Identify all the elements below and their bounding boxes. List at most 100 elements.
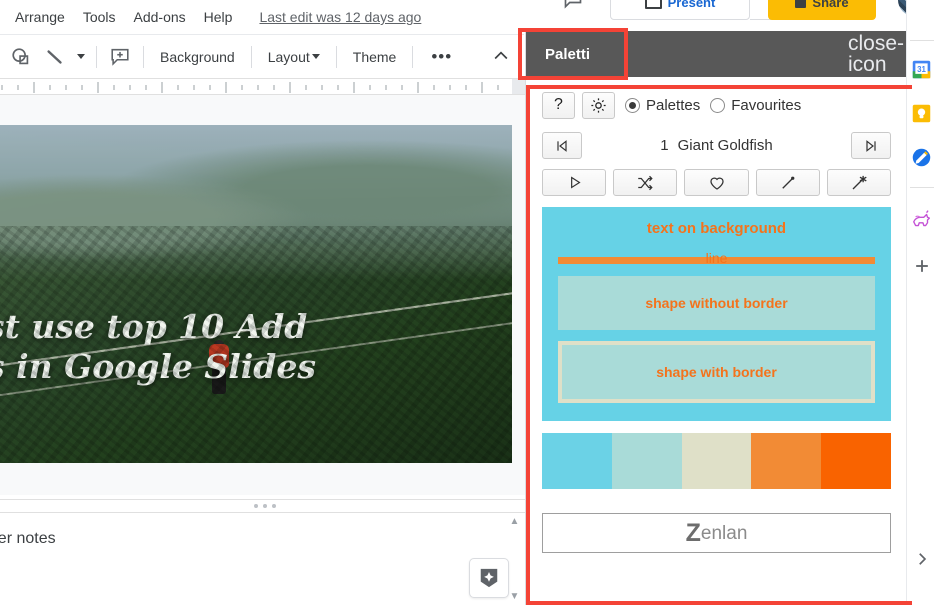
brand-rest: enlan: [700, 522, 748, 544]
calendar-icon[interactable]: 31: [910, 57, 934, 81]
magic-wand-button[interactable]: [826, 169, 892, 196]
menu-arrange[interactable]: Arrange: [6, 6, 74, 28]
shape-tool-icon[interactable]: [4, 40, 38, 74]
svg-text:31: 31: [917, 65, 926, 74]
speaker-notes-placeholder: eaker notes: [0, 530, 56, 547]
swatch-5[interactable]: [821, 433, 891, 489]
radio-favourites-label: Favourites: [731, 96, 802, 114]
rail-divider-2: [909, 187, 934, 188]
layout-label: Layout: [267, 48, 310, 65]
mode-favourites[interactable]: Favourites: [710, 97, 801, 114]
handle-dot: [262, 504, 267, 508]
tasks-icon[interactable]: [910, 145, 934, 169]
current-palette: 1 Giant Goldfish: [660, 137, 772, 154]
comment-icon[interactable]: [562, 0, 584, 10]
gear-icon[interactable]: [582, 91, 615, 119]
slide-thumbnail[interactable]: ust use top 10 Add ns in Google Slides: [0, 125, 512, 463]
unicorn-addon-icon[interactable]: [910, 208, 934, 232]
preview-shape-with-border: shape with border: [558, 341, 875, 403]
toolbar-divider-2: [143, 45, 144, 68]
brand-initial: Z: [685, 518, 701, 547]
radio-palettes[interactable]: [625, 97, 640, 113]
line-tool-icon[interactable]: [38, 40, 72, 74]
toolbar-divider-3: [250, 45, 252, 68]
collapse-toolbar-icon[interactable]: [490, 45, 512, 67]
panel-top-row: ? Palettes Favourites: [542, 91, 891, 119]
palette-preview: text on background line shape without bo…: [542, 207, 891, 421]
ruler-ticks: [1, 82, 499, 93]
swatch-4[interactable]: [751, 433, 822, 489]
menu-bar: Arrange Tools Add-ons Help Last edit was…: [0, 0, 520, 34]
palette-name: Giant Goldfish: [677, 137, 773, 154]
add-comment-icon[interactable]: [103, 40, 137, 74]
rail-divider: [909, 40, 934, 41]
notes-scrollbar[interactable]: ▲ ▼: [508, 513, 521, 605]
horizontal-ruler: [0, 78, 512, 95]
paletti-panel: Paletti close-icon ? Palettes Favourites…: [525, 31, 907, 605]
explore-icon: [480, 568, 498, 588]
slide-title-text[interactable]: ust use top 10 Add ns in Google Slides: [0, 307, 382, 388]
mode-palettes[interactable]: Palettes: [625, 97, 700, 114]
preview-line-label: line: [705, 250, 728, 266]
hiker-graphic: [207, 340, 231, 396]
preview-text-on-background: text on background: [646, 220, 787, 237]
swatch-3[interactable]: [681, 433, 752, 489]
more-options-button[interactable]: •••: [419, 48, 464, 65]
lock-icon: [795, 0, 807, 8]
panel-title: Paletti: [545, 45, 591, 63]
close-icon[interactable]: close-icon: [848, 33, 904, 75]
palette-swatches: [542, 433, 891, 489]
toolbar: Background Layout Theme •••: [0, 34, 524, 78]
line-tool-dropdown-icon[interactable]: [72, 40, 90, 74]
background-button[interactable]: Background: [150, 43, 245, 71]
help-button[interactable]: ?: [542, 91, 575, 119]
present-button[interactable]: Present: [610, 0, 750, 20]
preview-line-wrap: line: [558, 246, 875, 272]
handle-dot: [271, 504, 276, 508]
toolbar-divider-5: [412, 45, 414, 68]
radio-favourites[interactable]: [710, 97, 726, 113]
present-label: Present: [667, 0, 716, 10]
swatch-2[interactable]: [611, 433, 682, 489]
expand-chevron-icon[interactable]: [910, 547, 934, 571]
zenlan-brand[interactable]: Z enlan: [542, 513, 891, 553]
handle-dot: [253, 504, 258, 508]
explore-button[interactable]: [469, 558, 509, 598]
play-button[interactable]: [542, 169, 607, 196]
menu-tools[interactable]: Tools: [74, 6, 125, 28]
add-addon-icon[interactable]: [910, 254, 934, 278]
present-screen-icon: [644, 0, 662, 9]
swatch-1[interactable]: [542, 433, 612, 489]
first-palette-button[interactable]: [542, 132, 582, 159]
layout-button[interactable]: Layout: [258, 43, 330, 71]
last-palette-button[interactable]: [850, 132, 891, 159]
google-slides-window: Present Share Arrange Tools Add-ons Help…: [0, 0, 936, 605]
notes-resize-handle[interactable]: [0, 499, 529, 513]
apply-wand-button[interactable]: [755, 169, 820, 196]
favourite-button[interactable]: [684, 169, 749, 196]
palette-actions-row: [542, 169, 892, 196]
shuffle-button[interactable]: [613, 169, 678, 196]
theme-button[interactable]: Theme: [343, 43, 407, 71]
paletti-panel-header: Paletti close-icon: [526, 31, 907, 77]
scroll-up-icon[interactable]: ▲: [510, 516, 520, 527]
toolbar-divider-4: [335, 45, 337, 68]
speaker-notes-pane[interactable]: eaker notes ▲ ▼: [0, 513, 529, 605]
scroll-down-icon[interactable]: ▼: [510, 591, 520, 602]
addon-rail: 31: [906, 0, 936, 605]
share-label: Share: [812, 0, 849, 10]
toolbar-divider: [96, 45, 97, 68]
last-edit-link[interactable]: Last edit was 12 days ago: [259, 9, 421, 25]
keep-icon[interactable]: [910, 101, 934, 125]
paletti-panel-body: ? Palettes Favourites 1 Giant Goldfish t…: [526, 77, 907, 605]
radio-palettes-label: Palettes: [646, 96, 701, 114]
bridge-graphic: [0, 260, 512, 403]
menu-add-ons[interactable]: Add-ons: [125, 6, 195, 28]
chevron-down-icon: [311, 54, 320, 59]
palette-index: 1: [660, 137, 669, 154]
palette-nav-row: 1 Giant Goldfish: [542, 132, 891, 159]
slide-canvas: ust use top 10 Add ns in Google Slides: [0, 95, 529, 495]
share-button[interactable]: Share: [768, 0, 876, 20]
preview-shape-without-border: shape without border: [558, 276, 875, 330]
menu-help[interactable]: Help: [195, 6, 242, 28]
